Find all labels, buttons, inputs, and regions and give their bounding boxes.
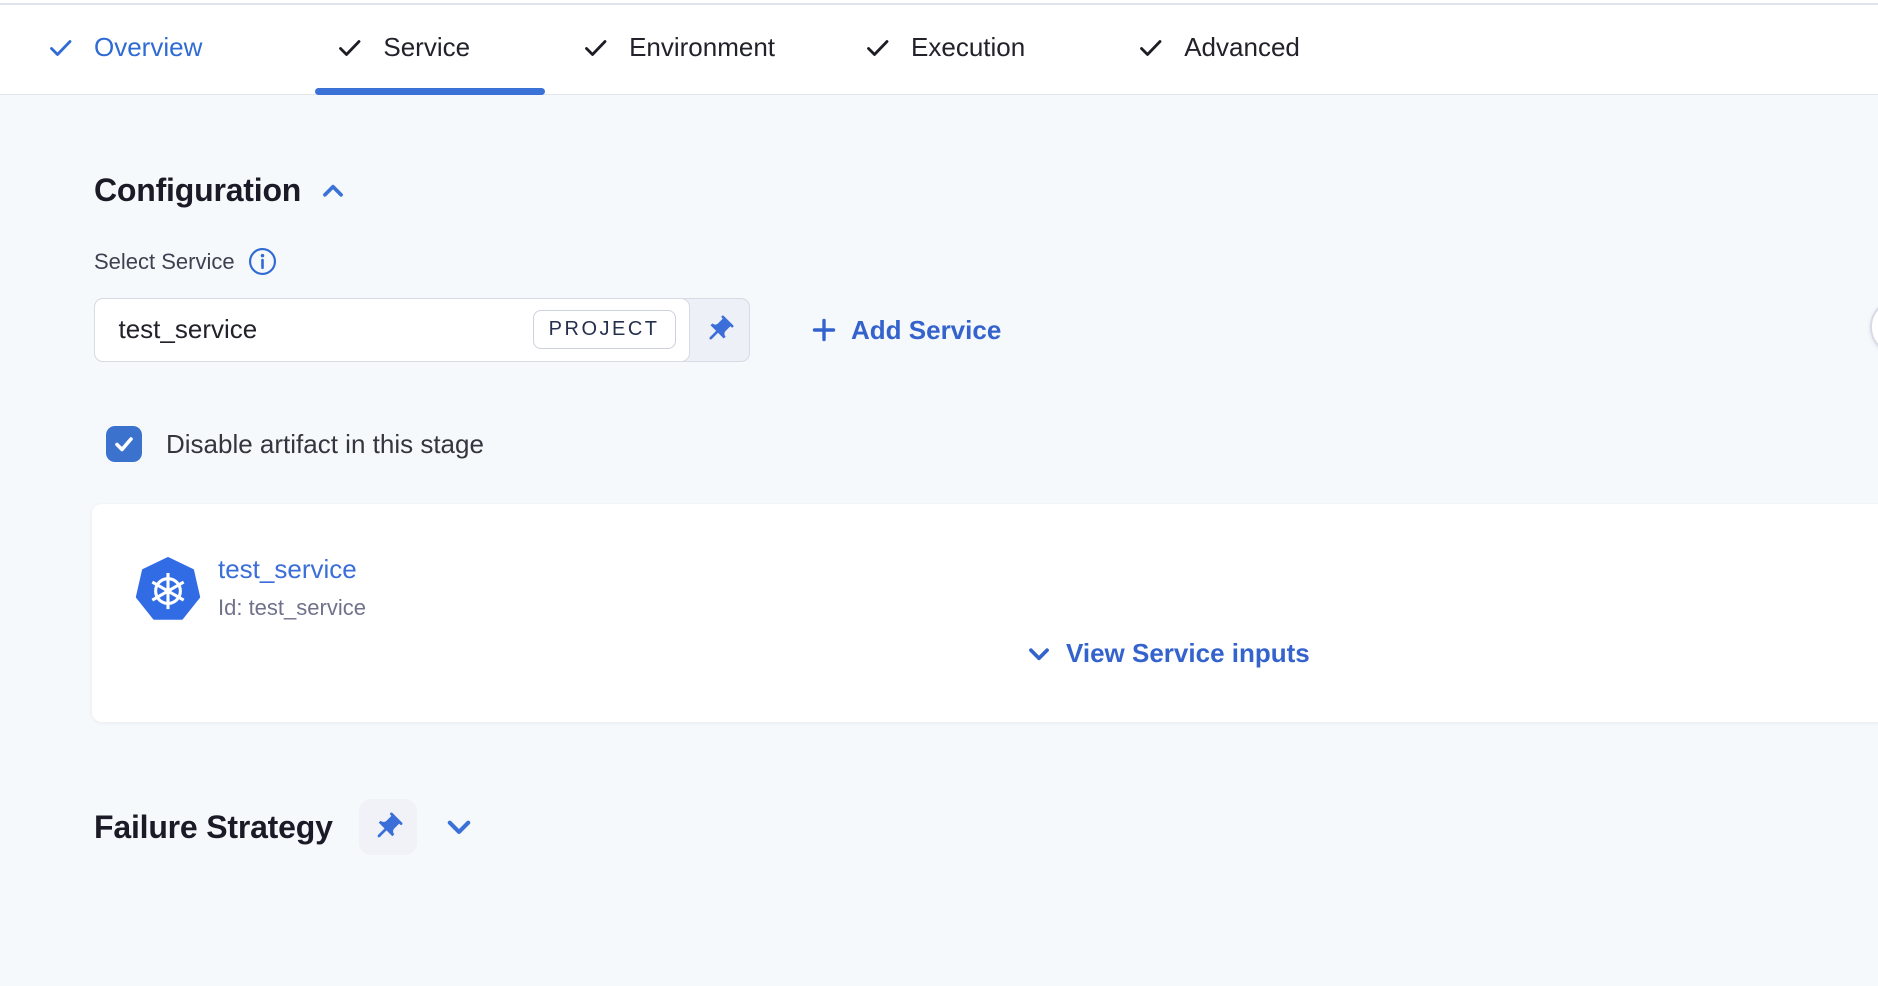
chevron-down-icon <box>1025 640 1053 668</box>
plus-icon <box>810 316 838 344</box>
tab-label: Environment <box>629 32 775 63</box>
disable-artifact-checkbox[interactable] <box>106 426 142 462</box>
pin-failure-strategy-button[interactable] <box>359 799 417 855</box>
tab-label: Execution <box>911 32 1025 63</box>
service-scope-badge: PROJECT <box>533 310 676 349</box>
failure-strategy-header: Failure Strategy <box>94 799 475 855</box>
service-select-group: test_service PROJECT <box>94 298 750 362</box>
tab-complete-check-icon <box>865 35 891 61</box>
service-card: test_service Id: test_service View Servi… <box>92 504 1878 722</box>
edge-floating-button[interactable] <box>1870 299 1878 355</box>
tab-complete-check-icon <box>48 35 74 61</box>
kubernetes-icon <box>135 557 201 623</box>
chevron-down-icon[interactable] <box>443 811 475 843</box>
service-id-text: Id: test_service <box>218 595 366 621</box>
service-input-value: test_service <box>119 314 258 345</box>
service-card-text: test_service Id: test_service <box>218 554 366 621</box>
tab-label: Overview <box>94 32 202 63</box>
tab-complete-check-icon <box>583 35 609 61</box>
failure-strategy-title: Failure Strategy <box>94 809 333 846</box>
stage-tabbar: Overview Service Environment Execution A <box>0 0 1878 95</box>
view-service-inputs-label: View Service inputs <box>1066 638 1310 669</box>
tab-label: Service <box>383 32 470 63</box>
pin-service-button[interactable] <box>689 299 749 361</box>
service-name-link[interactable]: test_service <box>218 554 366 585</box>
active-tab-indicator <box>315 88 545 95</box>
info-icon[interactable] <box>248 247 277 276</box>
tab-label: Advanced <box>1184 32 1300 63</box>
select-service-label: Select Service <box>94 249 235 275</box>
tab-advanced[interactable]: Advanced <box>1138 32 1300 63</box>
configuration-header[interactable]: Configuration <box>94 172 347 209</box>
add-service-label: Add Service <box>851 315 1001 346</box>
tab-environment[interactable]: Environment <box>583 32 775 63</box>
configuration-title: Configuration <box>94 172 301 209</box>
disable-artifact-row[interactable]: Disable artifact in this stage <box>106 426 484 462</box>
add-service-button[interactable]: Add Service <box>810 298 1001 362</box>
chevron-up-icon[interactable] <box>319 177 347 205</box>
tab-overview[interactable]: Overview <box>48 32 202 63</box>
tab-complete-check-icon <box>337 35 363 61</box>
pin-icon <box>703 314 735 346</box>
select-service-label-row: Select Service <box>94 247 277 276</box>
view-service-inputs-toggle[interactable]: View Service inputs <box>1025 638 1310 669</box>
tab-service[interactable]: Service <box>337 32 470 63</box>
service-select-input[interactable]: test_service PROJECT <box>94 298 690 362</box>
disable-artifact-label: Disable artifact in this stage <box>166 429 484 460</box>
pin-icon <box>371 811 404 844</box>
tab-list: Overview Service Environment Execution A <box>48 0 1300 95</box>
tab-execution[interactable]: Execution <box>865 32 1025 63</box>
tab-complete-check-icon <box>1138 35 1164 61</box>
